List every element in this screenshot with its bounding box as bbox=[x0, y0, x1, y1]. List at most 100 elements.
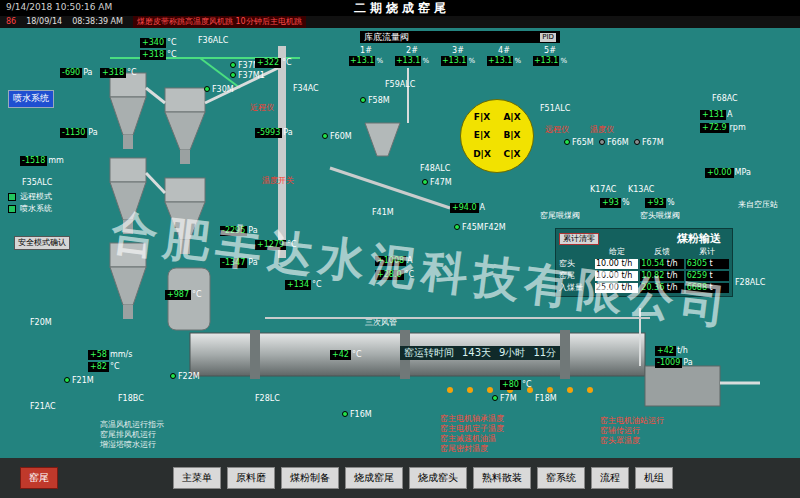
equipment-tag[interactable]: F65M bbox=[572, 138, 594, 147]
dispatcher-sector[interactable]: B|X bbox=[503, 130, 520, 141]
equipment-tag[interactable]: F37M1 bbox=[238, 71, 265, 80]
motor-status-icon[interactable] bbox=[454, 224, 460, 230]
process-label: 来自空压站 bbox=[738, 200, 778, 210]
equipment-tag[interactable]: F51ALC bbox=[540, 104, 570, 113]
motor-status-icon[interactable] bbox=[564, 139, 570, 145]
equipment-tag[interactable]: F7M bbox=[500, 394, 517, 403]
equipment-tag[interactable]: F59ALC bbox=[385, 80, 415, 89]
readout: +72.9rpm bbox=[700, 123, 746, 133]
motor-status-icon[interactable] bbox=[599, 139, 605, 145]
equipment-tag[interactable]: F30M bbox=[212, 85, 234, 94]
equipment-tag[interactable]: F58M bbox=[368, 96, 390, 105]
readout: +58mm/s bbox=[88, 350, 132, 360]
nav-button[interactable]: 烧成窑尾 bbox=[345, 467, 403, 489]
alarm-date: 18/09/14 bbox=[26, 16, 62, 28]
equipment-tag[interactable]: F48ALC bbox=[420, 164, 450, 173]
equipment-tag[interactable]: F47M bbox=[430, 178, 452, 187]
motor-status-icon[interactable] bbox=[634, 139, 640, 145]
coal-dispatcher: F|X A|X E|X B|X D|X C|X bbox=[460, 99, 534, 173]
dispatcher-sector[interactable]: E|X bbox=[474, 130, 490, 141]
dispatcher-sector[interactable]: D|X bbox=[473, 149, 491, 160]
motor-status-icon[interactable] bbox=[204, 86, 210, 92]
dispatcher-sector[interactable]: C|X bbox=[504, 149, 521, 160]
equipment-tag[interactable]: K17AC bbox=[590, 185, 616, 194]
equipment-tag[interactable]: F21M bbox=[72, 376, 94, 385]
process-canvas: F36ALCF37M2F37M1F30MF34ACF59ALCF58MF60MF… bbox=[0, 28, 800, 458]
equipment-tag[interactable]: F28ALC bbox=[735, 278, 765, 287]
nav-button[interactable]: 煤粉制备 bbox=[281, 467, 339, 489]
process-label: 窑尾喂煤阀 bbox=[540, 211, 580, 221]
readout: -1130Pa bbox=[60, 128, 98, 138]
alarm-code: 86 bbox=[6, 16, 16, 28]
bin-item: 2#+13.1% bbox=[391, 46, 433, 66]
equipment-tag[interactable]: F42M bbox=[484, 223, 506, 232]
equipment-tag[interactable]: F36ALC bbox=[198, 36, 228, 45]
equipment-tag[interactable]: F34AC bbox=[293, 84, 319, 93]
equipment-tag[interactable]: F20M bbox=[30, 318, 52, 327]
readout: -1347Pa bbox=[220, 258, 258, 268]
motor-status-icon[interactable] bbox=[342, 411, 348, 417]
mode-indicator bbox=[8, 193, 16, 201]
motor-status-icon[interactable] bbox=[422, 179, 428, 185]
row-name: 入煤量 bbox=[559, 283, 593, 293]
equipment-tag[interactable]: F22M bbox=[178, 372, 200, 381]
safe-mode-confirm-button[interactable]: 安全模式确认 bbox=[14, 236, 70, 250]
equipment-tag[interactable]: F41M bbox=[372, 208, 394, 217]
nav-button[interactable]: 烧成窑头 bbox=[409, 467, 467, 489]
mode-row[interactable]: 远程模式 bbox=[8, 192, 52, 202]
motor-status-icon[interactable] bbox=[230, 62, 236, 68]
nav-button[interactable]: 窑系统 bbox=[537, 467, 585, 489]
watermark: 合肥丰达水泥科技有限公司 bbox=[109, 205, 735, 333]
cyclone bbox=[165, 178, 205, 254]
motor-status-icon[interactable] bbox=[322, 133, 328, 139]
mode-row[interactable]: 喷水系统 bbox=[8, 204, 52, 214]
total-value: 6688 t bbox=[686, 283, 729, 293]
equipment-tag[interactable]: K13AC bbox=[628, 185, 654, 194]
nav-button[interactable]: 熟料散装 bbox=[473, 467, 531, 489]
equipment-tag[interactable]: F16M bbox=[350, 410, 372, 419]
alarm-nav-button[interactable]: 窑尾 bbox=[20, 467, 58, 489]
readout: +131A bbox=[700, 110, 732, 120]
nav-button[interactable]: 主菜单 bbox=[173, 467, 221, 489]
motor-status-icon[interactable] bbox=[360, 97, 366, 103]
motor-status-icon[interactable] bbox=[170, 373, 176, 379]
bin-item: 4#+13.1% bbox=[483, 46, 525, 66]
motor-status-icon[interactable] bbox=[230, 72, 236, 78]
equipment-tag[interactable]: F35ALC bbox=[22, 178, 52, 187]
status-lines: 高温风机运行指示窑尾排风机运行增湿塔喷水运行 bbox=[100, 420, 164, 450]
readout: +1008A bbox=[375, 256, 413, 266]
feedback-value: 10.54 t/h bbox=[640, 259, 683, 269]
nav-button[interactable]: 流程 bbox=[591, 467, 629, 489]
row-name: 窑尾 bbox=[559, 271, 593, 281]
reset-total-button[interactable]: 累计清零 bbox=[559, 233, 599, 245]
alarm-message: 煤磨皮带称跳高温度风机跳 10分钟后主电机跳 bbox=[133, 16, 306, 28]
spray-modes: 远程模式喷水系统 bbox=[8, 192, 52, 214]
setpoint-field[interactable]: 10.00 t/h bbox=[595, 259, 638, 269]
equipment-tag[interactable]: F18M bbox=[535, 394, 557, 403]
motor-status-icon[interactable] bbox=[64, 377, 70, 383]
row-name: 窑头 bbox=[559, 259, 593, 269]
dispatcher-sector[interactable]: A|X bbox=[503, 112, 520, 123]
nav-button[interactable]: 原料磨 bbox=[227, 467, 275, 489]
equipment-tag[interactable]: F21AC bbox=[30, 402, 56, 411]
dispatcher-sector[interactable]: F|X bbox=[474, 112, 490, 123]
cyclone bbox=[165, 88, 205, 164]
motor-status-icon[interactable] bbox=[492, 395, 498, 401]
pid-badge[interactable]: PID bbox=[540, 33, 556, 42]
equipment-tag[interactable]: F67M bbox=[642, 138, 664, 147]
nav-button[interactable]: 机组 bbox=[635, 467, 673, 489]
lamp bbox=[567, 387, 573, 393]
setpoint-field[interactable]: 10.00 t/h bbox=[595, 271, 638, 281]
equipment-tag[interactable]: F68AC bbox=[712, 94, 738, 103]
readout: +82°C bbox=[88, 362, 119, 372]
cyclone bbox=[110, 73, 146, 149]
lamp bbox=[547, 387, 553, 393]
setpoint-field[interactable]: 25.00 t/h bbox=[595, 283, 638, 293]
equipment-tag[interactable]: F60M bbox=[330, 132, 352, 141]
equipment-tag[interactable]: F66M bbox=[607, 138, 629, 147]
equipment-tag[interactable]: F28LC bbox=[255, 394, 280, 403]
readout: +987°C bbox=[165, 290, 202, 300]
process-label: 远程仪 bbox=[545, 125, 569, 135]
equipment-tag[interactable]: F45M bbox=[462, 223, 484, 232]
equipment-tag[interactable]: F18BC bbox=[118, 394, 144, 403]
